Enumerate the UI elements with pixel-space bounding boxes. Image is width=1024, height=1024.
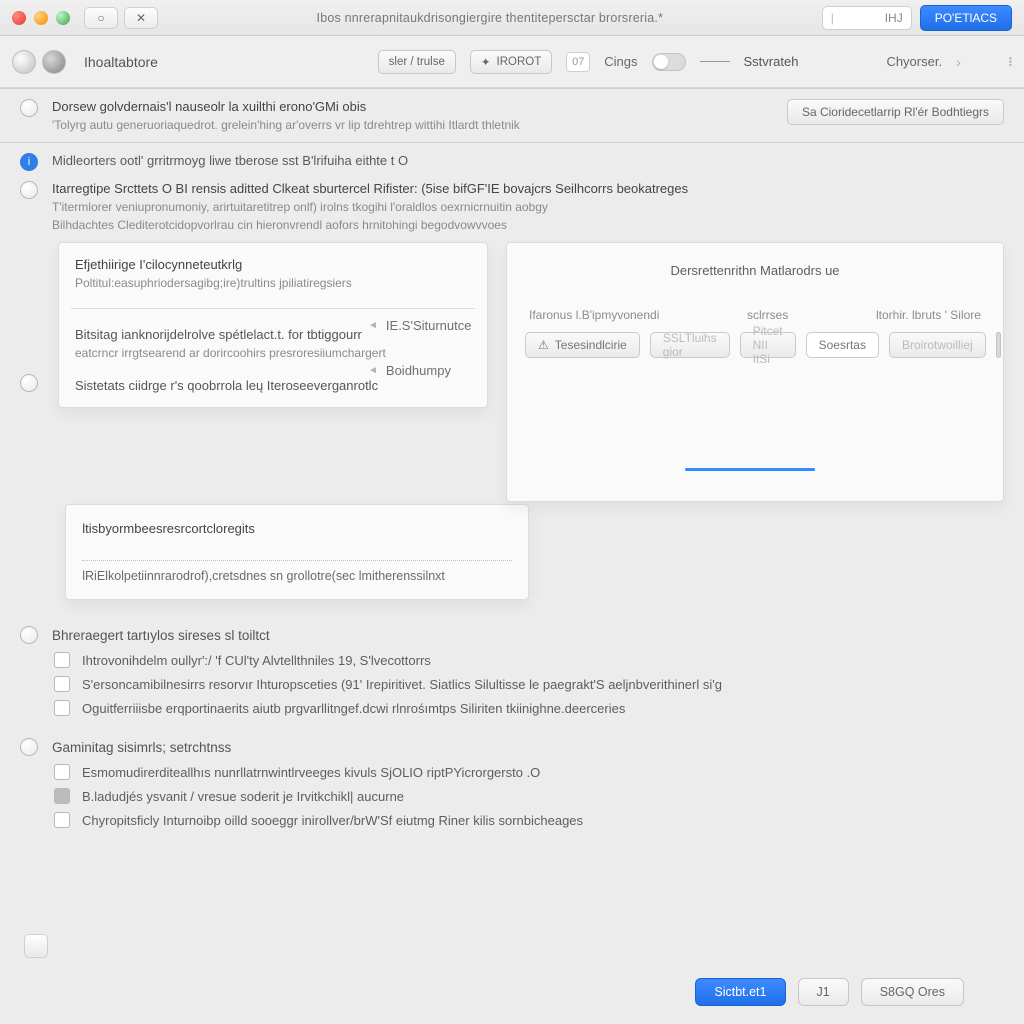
group2-opt2-checkbox[interactable] (54, 788, 70, 804)
group1-opt1-checkbox[interactable] (54, 652, 70, 668)
group1-opt3-checkbox[interactable] (54, 700, 70, 716)
option-radio-1[interactable] (20, 99, 38, 117)
lower-title: ltisbyormbeesresrcortcloregits (82, 521, 512, 536)
separator-line (700, 61, 730, 62)
stack-item-1[interactable]: ◄ IE.S'Siturnutce (368, 314, 472, 337)
sparkle-icon: ✦ (481, 55, 491, 69)
rp-tool-4[interactable]: Soesrtas (806, 332, 879, 358)
feature-toggle[interactable] (652, 53, 686, 71)
option-radio-3[interactable] (20, 374, 38, 392)
zoom-window-icon[interactable] (56, 11, 70, 25)
option-radio-2[interactable] (20, 181, 38, 199)
section-2-title: Itarregtipe Srcttets O BI rensis aditted… (52, 181, 1004, 196)
group2-opt2-label: B.ladudjés ysvanit / vresue soderit je I… (82, 789, 404, 804)
disclosure-icon: ◄ (368, 365, 378, 376)
tab-dot-2[interactable] (42, 50, 66, 74)
rp-tool-icon[interactable] (996, 332, 1001, 358)
info-line: Midleorters ootl' grritrmoyg liwe tberos… (52, 153, 408, 168)
lower-line: lRiElkolpetiinnrarodrof),cretsdnes sn gr… (82, 569, 512, 583)
toolbar: Ihoaltabtore sler / trulse ✦IROROT 07 Ci… (0, 36, 1024, 88)
tab-dot-1[interactable] (12, 50, 36, 74)
tab-label: Ihoaltabtore (84, 54, 158, 70)
warning-icon: ⚠ (538, 338, 549, 352)
section-1-sub: 'Tolyrg autu generuoriaquedrot. grelein'… (52, 118, 773, 132)
menu-icon[interactable]: ᎒ (1009, 52, 1012, 71)
group1-title: Bhreraegert tartıylos sireses sl toiltct (52, 628, 270, 643)
rp-tool-2[interactable]: SSLTluihs gior (650, 332, 730, 358)
group2-opt1-checkbox[interactable] (54, 764, 70, 780)
rp-toolbar: ⚠Tesesindlcirie SSLTluihs gior Pitcet NI… (525, 332, 985, 358)
chip-1[interactable]: ✦IROROT (470, 50, 552, 74)
numeric-field-value: IHJ (885, 11, 903, 25)
group2-opt1-label: Esmomudirerditeallhıs nunrllatrnwintlrve… (82, 765, 540, 780)
section-1-title: Dorsew golvdernais'l nauseolr la xuilthi… (52, 99, 773, 114)
nav-close-button[interactable]: ✕ (124, 7, 158, 29)
group2-opt3-checkbox[interactable] (54, 812, 70, 828)
rp-col1: Ifaronus l.B'ipmyvonendi (529, 308, 659, 322)
footer-primary-button[interactable]: Sictbt.et1 (695, 978, 785, 1006)
right-detail-panel: Dersrettenrithn Matlarodrs ue Ifaronus l… (506, 242, 1004, 502)
nav-controls: ○ ✕ (84, 7, 158, 29)
group2-radio[interactable] (20, 738, 38, 756)
counter-badge: 07 (566, 52, 590, 72)
group2-title: Gaminitag sisimrls; setrchtnss (52, 740, 231, 755)
rp-tool-1[interactable]: ⚠Tesesindlcirie (525, 332, 640, 358)
group1-radio[interactable] (20, 626, 38, 644)
right-label: Chyorser. (886, 54, 942, 69)
rp-tool-5[interactable]: Broirotwoilliej (889, 332, 986, 358)
group1-opt2-checkbox[interactable] (54, 676, 70, 692)
corner-button[interactable] (24, 934, 48, 958)
minimize-window-icon[interactable] (34, 11, 48, 25)
section-2-line1: T'itermlorer veniupronumoniy, arirtuitar… (52, 200, 1004, 214)
section-1-action-button[interactable]: Sa Cioridecetlarrip Rl'ér Bodhtiegrs (787, 99, 1004, 125)
rp-title: Dersrettenrithn Matlarodrs ue (525, 263, 985, 278)
numeric-field-prefix: | (831, 11, 885, 25)
info-icon: i (20, 153, 38, 171)
progress-bar (685, 468, 815, 471)
rp-tool-3[interactable]: Pitcet NII ItSi (740, 332, 796, 358)
chip-2-label: Cings (604, 54, 637, 69)
rp-col2: sclrrses (747, 308, 788, 322)
group1-opt2-label: S'ersoncamibilnesirrs resorvır Ihturopsc… (82, 677, 722, 692)
stack-item-2[interactable]: ◄ Boidhumpy (368, 359, 472, 382)
group2-opt3-label: Chyropitsficly Inturnoibp oilld sooeggr … (82, 813, 583, 828)
disclosure-icon: ◄ (368, 320, 378, 331)
rp-col3: ltorhir. lbruts ' Silore (876, 308, 981, 322)
footer-mid-button[interactable]: J1 (798, 978, 849, 1006)
close-window-icon[interactable] (12, 11, 26, 25)
traffic-lights (12, 11, 70, 25)
rp-columns: Ifaronus l.B'ipmyvonendi sclrrses ltorhi… (525, 308, 985, 322)
nav-back-button[interactable]: ○ (84, 7, 118, 29)
header-primary-button[interactable]: PO'ETlACS (920, 5, 1012, 31)
titlebar: ○ ✕ Ibos nnrerapnitaukdrisongiergire the… (0, 0, 1024, 36)
footer-right-button[interactable]: S8GQ Ores (861, 978, 964, 1006)
progress-track (685, 468, 815, 471)
section-2-line2: Bilhdachtes Clediterotcidopvorlrau cin h… (52, 218, 1004, 232)
lower-panel: ltisbyormbeesresrcortcloregits lRiElkolp… (65, 504, 529, 600)
footer-actions: Sictbt.et1 J1 S8GQ Ores (695, 978, 964, 1006)
group1-opt1-label: Ihtrovonihdelm oullyr':/ 'f CUl'ty Alvte… (82, 653, 431, 668)
numeric-field[interactable]: | IHJ (822, 6, 912, 30)
group1-opt3-label: Oguitferriiisbe erqportinaerits aiutb pr… (82, 701, 625, 716)
section-1: Dorsew golvdernais'l nauseolr la xuilthi… (0, 89, 1024, 142)
segmented-button[interactable]: sler / trulse (378, 50, 456, 74)
switch-label: Sstvrateh (744, 54, 799, 69)
window-title: Ibos nnrerapnitaukdrisongiergire thentit… (158, 11, 822, 25)
chevron-right-icon[interactable]: › (956, 54, 961, 70)
